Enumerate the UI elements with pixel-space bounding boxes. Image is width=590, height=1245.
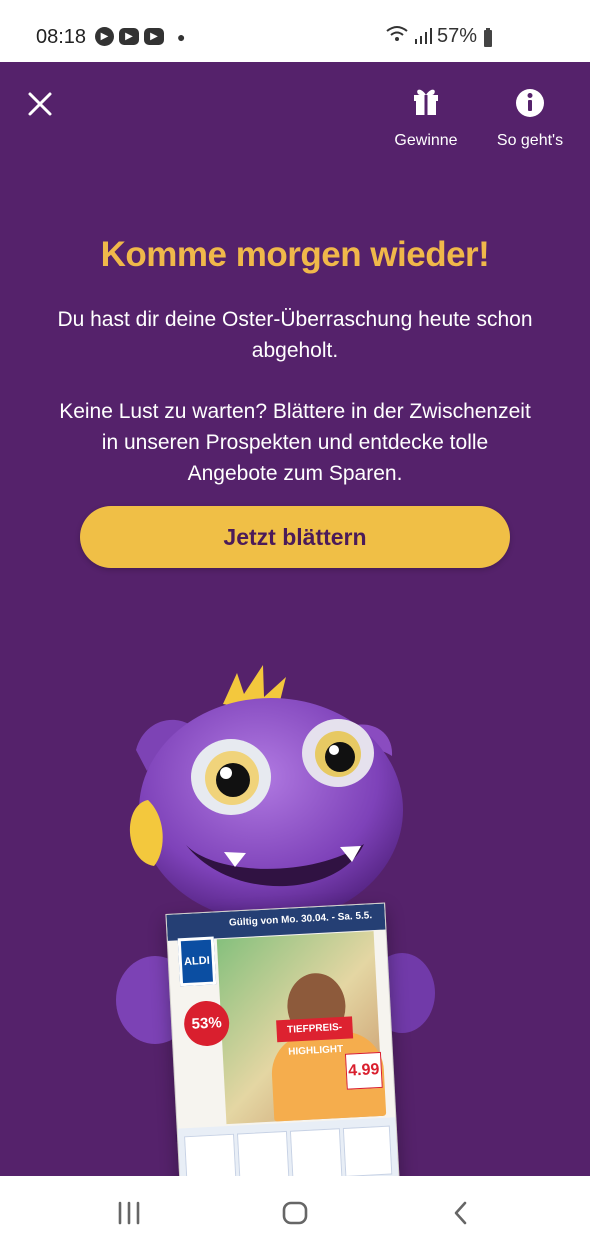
notification-dot-icon: ● xyxy=(177,28,186,45)
price-badge: 4.99 xyxy=(344,1051,383,1090)
wifi-icon xyxy=(386,26,408,41)
headline: Komme morgen wieder! xyxy=(100,235,490,275)
youtube-icon: ▶ xyxy=(119,28,139,45)
so-gehts-label: So geht's xyxy=(496,132,564,149)
close-icon[interactable] xyxy=(22,86,58,122)
already-claimed-text: Du hast dir deine Oster-Überraschung heu… xyxy=(57,308,533,362)
offer-card xyxy=(184,1133,237,1176)
recent-apps-icon[interactable] xyxy=(108,1196,150,1230)
status-notification-icons: ▶ ▶ ▶ ● xyxy=(95,27,185,46)
aldi-logo: ALDI xyxy=(177,936,217,987)
status-time: 08:18 xyxy=(36,26,87,48)
aldi-brochure: Gültig von Mo. 30.04. - Sa. 5.5. ALDI 53… xyxy=(165,902,403,1176)
so-gehts-button[interactable]: So geht's xyxy=(490,86,570,150)
battery-icon xyxy=(484,28,492,47)
offer-card xyxy=(289,1128,343,1176)
signal-icon xyxy=(415,28,432,44)
aldi-easter-screen: Gewinne So geht's Komme morgen wieder! D… xyxy=(0,62,590,1176)
info-icon xyxy=(516,89,544,117)
status-bar: 08:18 ▶ ▶ ▶ ● 57% xyxy=(0,0,590,62)
brochure-offer-grid xyxy=(177,1117,402,1176)
offer-card xyxy=(342,1125,393,1176)
battery-percent: 57% xyxy=(437,25,478,47)
gewinne-button[interactable]: Gewinne xyxy=(386,86,466,150)
gewinne-label: Gewinne xyxy=(394,132,458,149)
gift-icon xyxy=(414,89,438,115)
offer-card xyxy=(236,1130,290,1176)
jetzt-blaettern-button[interactable]: Jetzt blättern xyxy=(80,506,510,568)
play-circle-icon: ▶ xyxy=(95,27,114,46)
mascot-illustration: Gültig von Mo. 30.04. - Sa. 5.5. ALDI 53… xyxy=(116,662,436,1176)
android-navigation-bar xyxy=(0,1176,590,1245)
home-icon[interactable] xyxy=(274,1196,316,1230)
back-icon[interactable] xyxy=(440,1196,482,1230)
browse-prospects-text: Keine Lust zu warten? Blättere in der Zw… xyxy=(59,400,531,485)
youtube-icon: ▶ xyxy=(144,28,164,45)
tiefpreis-highlight-tag: TIEFPREIS-HIGHLIGHT xyxy=(276,1016,354,1058)
